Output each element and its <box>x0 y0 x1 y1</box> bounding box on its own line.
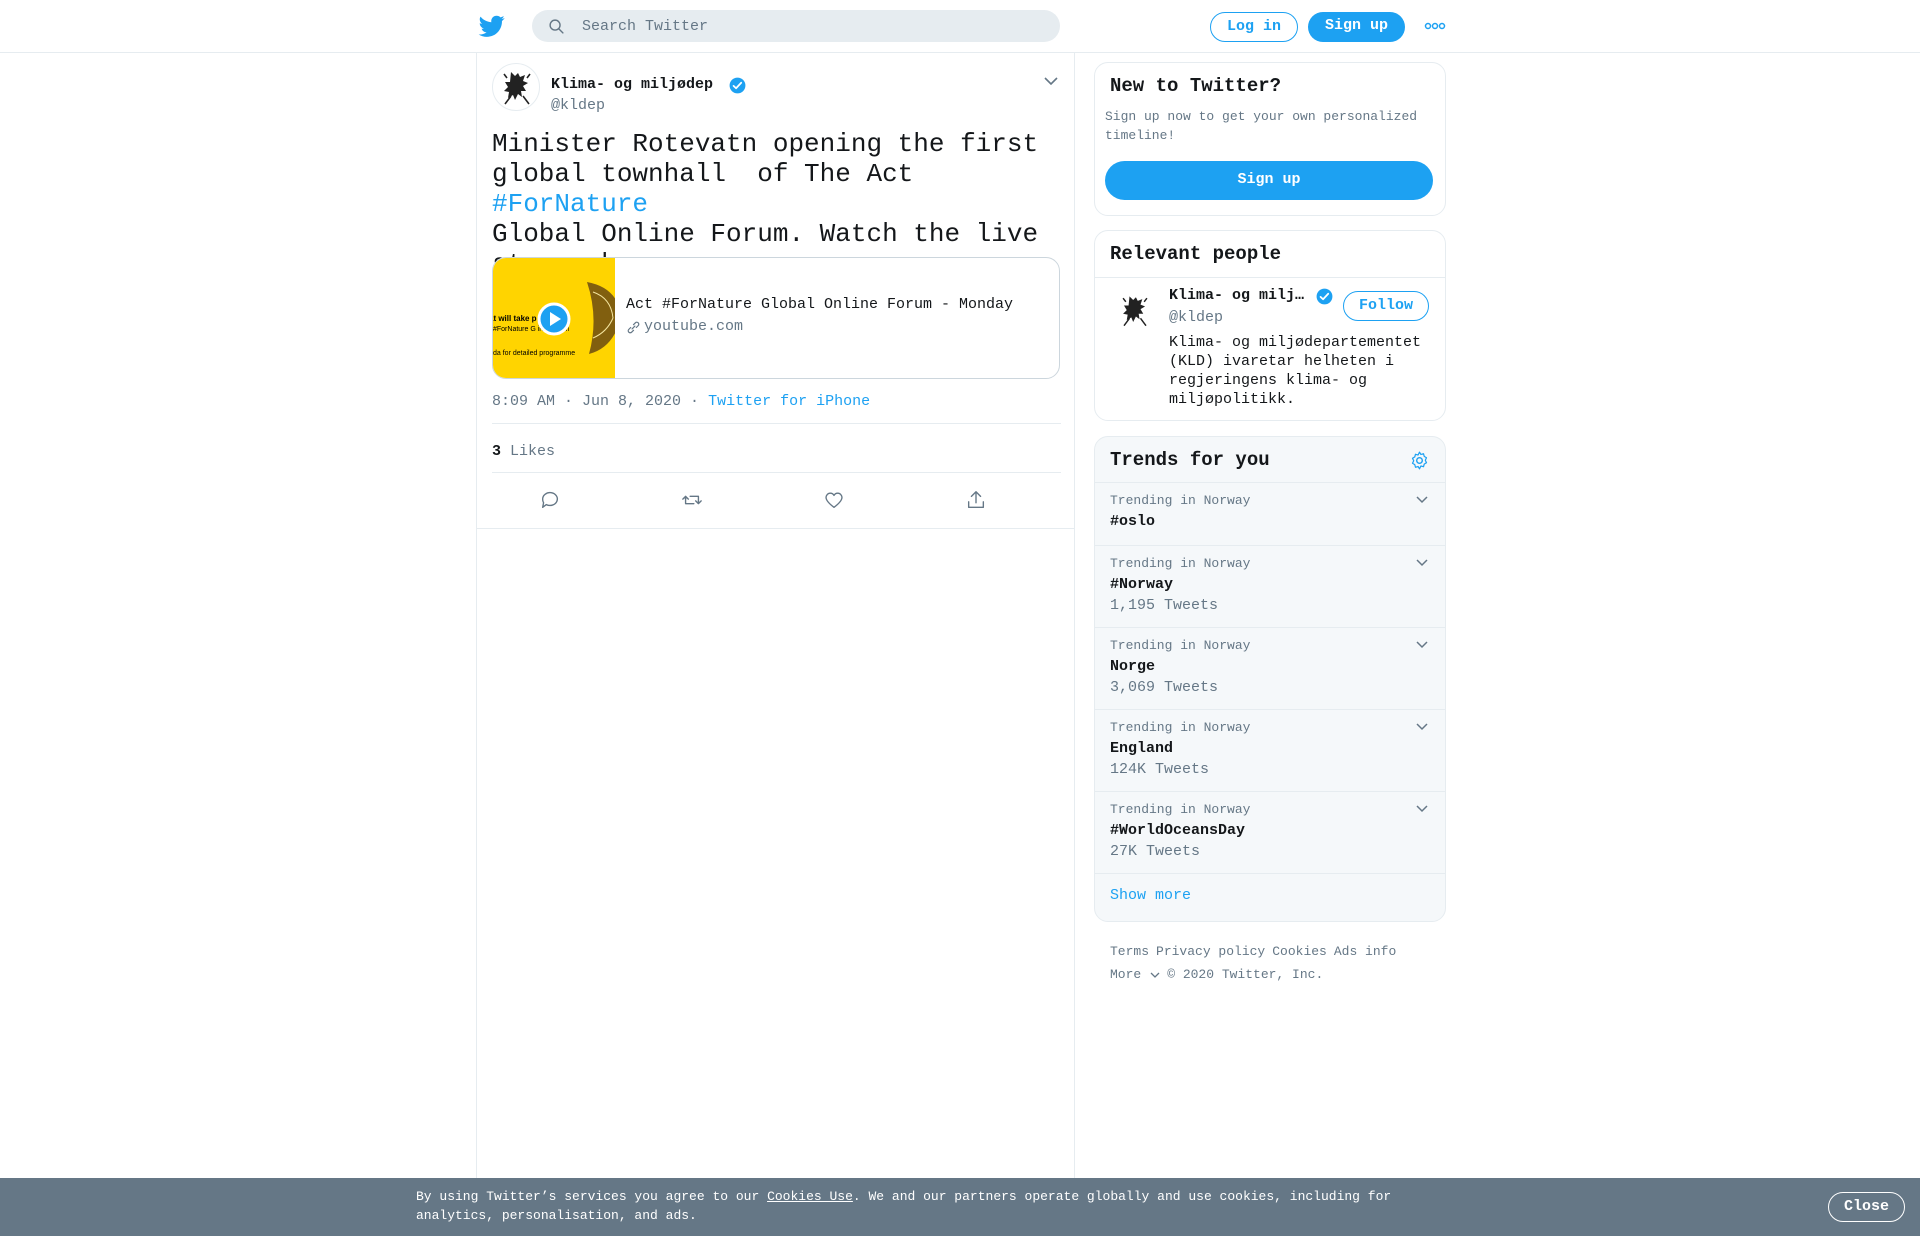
trend-name[interactable]: #Norway <box>1110 576 1173 593</box>
retweet-icon[interactable] <box>681 489 703 511</box>
person-name[interactable]: Klima- og milj… <box>1169 287 1304 304</box>
card-title[interactable]: Act #ForNature Global Online Forum - Mon… <box>626 296 1013 313</box>
trend-count: 27K Tweets <box>1110 843 1201 860</box>
trend-item[interactable]: Trending in Norway #oslo <box>1095 483 1445 546</box>
chevron-down-icon[interactable] <box>1415 722 1429 732</box>
trend-name[interactable]: #WorldOceansDay <box>1110 822 1245 839</box>
trend-context: Trending in Norway <box>1110 556 1251 571</box>
likes-label: Likes <box>510 443 556 460</box>
show-more-link[interactable]: Show more <box>1110 887 1191 904</box>
verified-badge-icon <box>729 77 746 94</box>
cookie-text: By using Twitter’s services you agree to… <box>416 1187 1416 1225</box>
coat-of-arms-icon <box>503 72 531 105</box>
avatar[interactable] <box>492 63 540 111</box>
card-domain: youtube.com <box>644 318 744 335</box>
tweet-column: Klima- og miljødep @kldep Minister Rotev… <box>476 53 1075 1236</box>
chevron-down-icon[interactable] <box>1415 495 1429 505</box>
trend-count: 124K Tweets <box>1110 761 1210 778</box>
person-handle[interactable]: @kldep <box>1169 309 1223 326</box>
avatar[interactable] <box>1113 289 1157 333</box>
divider <box>477 528 1074 529</box>
tweet-text-part1: Minister Rotevatn opening the first glob… <box>492 129 1039 189</box>
more-link[interactable]: More <box>1110 967 1160 982</box>
trend-count: 3,069 Tweets <box>1110 679 1219 696</box>
tweet-source[interactable]: Twitter for iPhone <box>708 393 870 410</box>
signup-button[interactable]: Sign up <box>1308 12 1405 42</box>
tweet-meta: 8:09 AM · Jun 8, 2020 · Twitter for iPho… <box>492 393 870 410</box>
trends-header: Trends for you <box>1095 437 1445 483</box>
cookies-use-link[interactable]: Cookies Use <box>767 1189 853 1204</box>
search-input[interactable] <box>582 10 1042 42</box>
terms-link[interactable]: Terms <box>1110 944 1149 959</box>
privacy-link[interactable]: Privacy policy <box>1156 944 1265 959</box>
tweet-actions <box>492 473 1061 528</box>
tweet-timestamp[interactable]: 8:09 AM · Jun 8, 2020 <box>492 393 681 410</box>
search-icon <box>549 19 564 34</box>
gear-icon[interactable] <box>1409 450 1430 471</box>
trends-panel: Trends for you Trending in Norway #oslo … <box>1094 436 1446 922</box>
likes-number: 3 <box>492 443 502 460</box>
copyright: © 2020 Twitter, Inc. <box>1167 967 1324 982</box>
close-button[interactable]: Close <box>1828 1192 1905 1222</box>
follow-button[interactable]: Follow <box>1343 291 1429 321</box>
play-icon[interactable] <box>537 302 571 336</box>
panel-title: New to Twitter? <box>1110 75 1282 97</box>
trend-context: Trending in Norway <box>1110 493 1251 508</box>
thumb-text-3: da for detailed programme <box>493 350 576 357</box>
panel-title: Relevant people <box>1110 243 1282 265</box>
link-card[interactable]: at will take p th June #ForNature G ine … <box>492 257 1060 379</box>
trend-item[interactable]: Trending in Norway Norge 3,069 Tweets <box>1095 628 1445 710</box>
sidebar-footer: Terms Privacy policy Cookies Ads info More ©… <box>1110 940 1440 986</box>
chevron-down-icon[interactable] <box>1043 75 1059 87</box>
login-button[interactable]: Log in <box>1210 12 1298 42</box>
top-header: Log in Sign up <box>0 0 1920 53</box>
ads-info-link[interactable]: Ads info <box>1334 944 1396 959</box>
signup-description: Sign up now to get your own personalized… <box>1105 109 1418 143</box>
chevron-down-icon[interactable] <box>1415 558 1429 568</box>
chevron-down-icon[interactable] <box>1415 640 1429 650</box>
trend-item[interactable]: Trending in Norway England 124K Tweets <box>1095 710 1445 792</box>
trend-name[interactable]: England <box>1110 740 1173 757</box>
share-icon[interactable] <box>965 489 987 511</box>
person-bio: Klima- og miljødepartementet (KLD) ivare… <box>1169 334 1422 408</box>
divider <box>492 423 1061 424</box>
author-name[interactable]: Klima- og miljødep <box>551 76 713 93</box>
trend-name[interactable]: #oslo <box>1110 513 1155 530</box>
chevron-down-icon[interactable] <box>1415 804 1429 814</box>
twitter-logo-icon[interactable] <box>478 13 506 39</box>
trend-context: Trending in Norway <box>1110 802 1251 817</box>
tweet-header: Klima- og miljødep @kldep <box>492 63 1062 119</box>
more-options-icon[interactable] <box>1424 21 1446 31</box>
butterfly-wing-icon <box>587 282 615 354</box>
meta-separator: · <box>690 393 700 410</box>
divider <box>1095 277 1445 278</box>
trend-item[interactable]: Trending in Norway #WorldOceansDay 27K T… <box>1095 792 1445 874</box>
panel-title: Trends for you <box>1110 449 1270 471</box>
coat-of-arms-icon <box>1122 296 1148 327</box>
trend-count: 1,195 Tweets <box>1110 597 1219 614</box>
heart-icon[interactable] <box>823 489 845 511</box>
cookie-banner: By using Twitter’s services you agree to… <box>0 1178 1920 1236</box>
trend-item[interactable]: Trending in Norway #Norway 1,195 Tweets <box>1095 546 1445 628</box>
trend-context: Trending in Norway <box>1110 720 1251 735</box>
hashtag-link[interactable]: #ForNature <box>492 189 648 219</box>
trend-context: Trending in Norway <box>1110 638 1251 653</box>
link-icon <box>627 321 640 334</box>
sidebar-signup-button[interactable]: Sign up <box>1105 161 1433 200</box>
new-to-twitter-panel: New to Twitter? Sign up now to get your … <box>1094 62 1446 216</box>
cookie-text-before: By using Twitter’s services you agree to… <box>416 1189 768 1204</box>
relevant-people-panel: Relevant people Klima- og milj… @kldep F… <box>1094 230 1446 421</box>
search-box[interactable] <box>532 10 1060 42</box>
author-handle[interactable]: @kldep <box>551 97 605 114</box>
trend-name[interactable]: Norge <box>1110 658 1155 675</box>
reply-icon[interactable] <box>539 489 561 511</box>
more-label: More <box>1110 967 1142 982</box>
chevron-down-icon <box>1150 972 1160 978</box>
cookies-link[interactable]: Cookies <box>1272 944 1327 959</box>
verified-badge-icon <box>1316 288 1333 305</box>
card-thumbnail[interactable]: at will take p th June #ForNature G ine … <box>493 258 615 378</box>
likes-count[interactable]: 3 Likes <box>492 443 555 460</box>
